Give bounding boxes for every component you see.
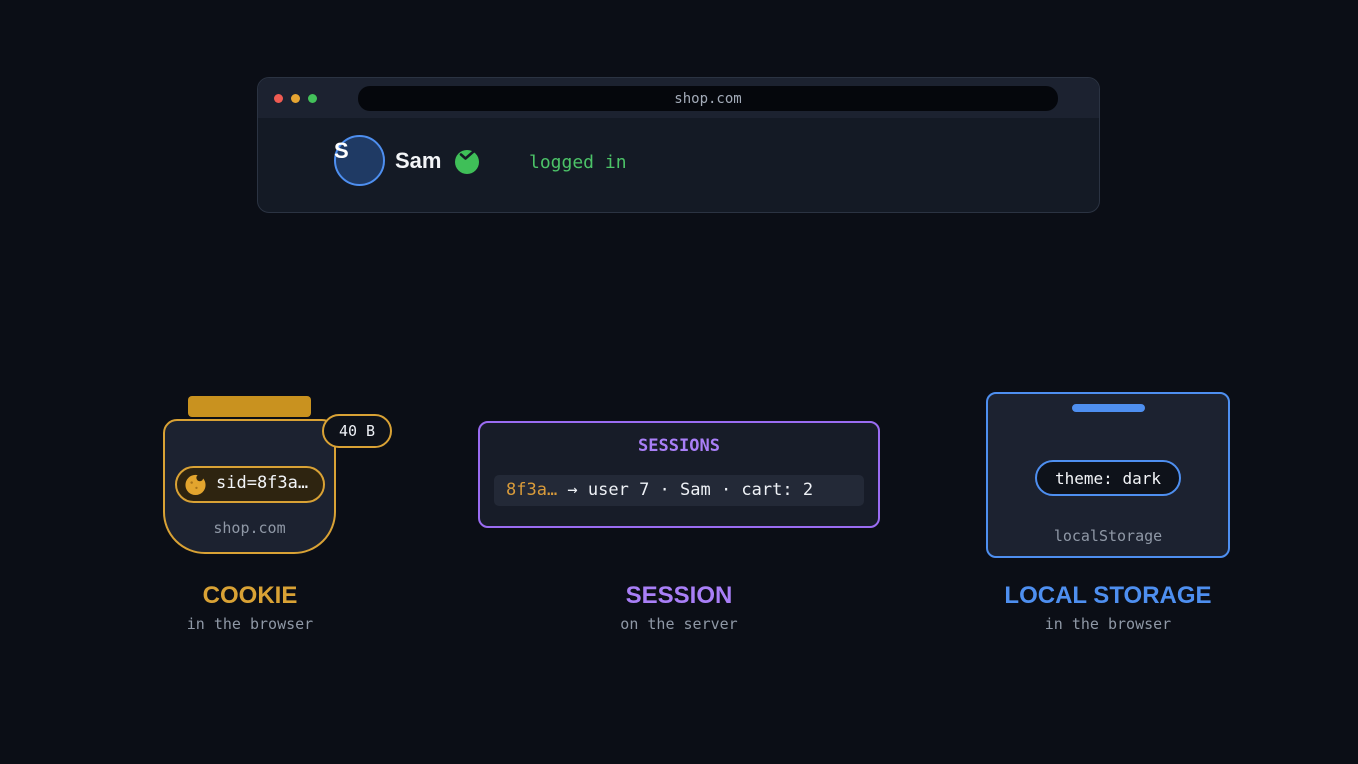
session-title: SESSION — [625, 582, 733, 609]
minimize-window-button[interactable] — [291, 94, 300, 103]
cookie-title: COOKIE — [202, 582, 298, 609]
address-bar[interactable]: shop.com — [358, 86, 1058, 111]
local-storage-handle — [1072, 404, 1145, 412]
close-window-button[interactable] — [274, 94, 283, 103]
session-subtitle: on the server — [620, 615, 738, 633]
cookie-value: sid=8f3a… — [216, 473, 309, 493]
local-storage-entry: theme: dark — [1035, 460, 1181, 496]
session-id: 8f3a… — [506, 480, 558, 500]
browser-titlebar: shop.com — [258, 78, 1099, 118]
browser-window: shop.com S Sam logged in — [257, 77, 1100, 213]
session-row-text: 8f3a… → user 7 · Sam · cart: 2 — [506, 480, 813, 500]
sessions-header: SESSIONS — [638, 436, 720, 456]
maximize-window-button[interactable] — [308, 94, 317, 103]
local-storage-name: localStorage — [1053, 527, 1163, 545]
avatar-initial: S — [334, 138, 349, 163]
cookie-domain: shop.com — [213, 519, 286, 537]
cookie-icon — [185, 474, 206, 496]
cookie-jar-lid — [188, 396, 311, 417]
cookie-size-badge: 40 B — [322, 414, 392, 448]
session-details: → user 7 · Sam · cart: 2 — [557, 480, 814, 500]
cookie-subtitle: in the browser — [186, 615, 314, 633]
local-storage-subtitle: in the browser — [1044, 615, 1172, 633]
logged-in-check-icon — [455, 150, 479, 174]
local-storage-title: LOCAL STORAGE — [1004, 582, 1212, 609]
user-name: Sam — [395, 148, 442, 173]
stage: shop.com S Sam logged in 40 B sid=8f3a… … — [0, 0, 1358, 764]
login-status: logged in — [529, 152, 627, 173]
